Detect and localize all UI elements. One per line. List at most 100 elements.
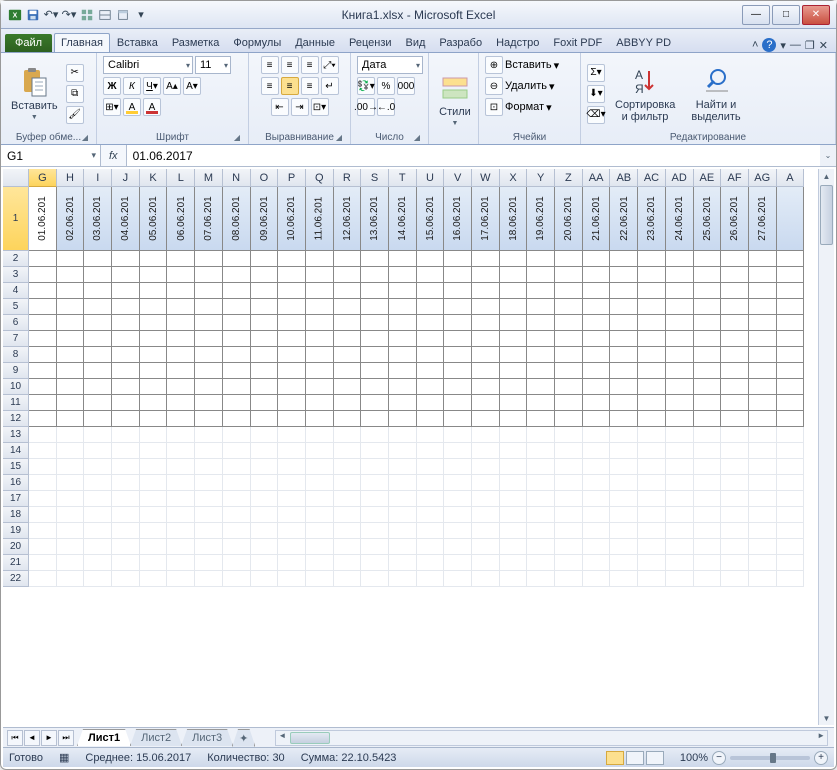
cell[interactable] bbox=[444, 571, 472, 587]
sheet-tab[interactable]: Лист3 bbox=[181, 729, 233, 746]
cell[interactable] bbox=[583, 427, 611, 443]
cell[interactable] bbox=[555, 363, 583, 379]
scroll-up-icon[interactable]: ▲ bbox=[819, 169, 834, 183]
cell[interactable] bbox=[112, 299, 140, 315]
cell[interactable] bbox=[84, 571, 112, 587]
cell[interactable] bbox=[749, 555, 777, 571]
undo-icon[interactable]: ↶▾ bbox=[43, 7, 59, 23]
cell[interactable] bbox=[57, 491, 85, 507]
cell[interactable] bbox=[610, 283, 638, 299]
cell[interactable] bbox=[721, 491, 749, 507]
cell[interactable]: 27.06.201 bbox=[749, 187, 777, 251]
cell[interactable] bbox=[389, 507, 417, 523]
close-button[interactable]: ✕ bbox=[802, 5, 830, 25]
cell[interactable] bbox=[167, 475, 195, 491]
cell[interactable] bbox=[610, 539, 638, 555]
cell[interactable] bbox=[749, 459, 777, 475]
cell[interactable] bbox=[777, 283, 805, 299]
cell[interactable] bbox=[195, 251, 223, 267]
cell[interactable] bbox=[251, 571, 279, 587]
cell[interactable] bbox=[638, 507, 666, 523]
cell[interactable] bbox=[666, 507, 694, 523]
cell[interactable]: 20.06.201 bbox=[555, 187, 583, 251]
cell[interactable] bbox=[195, 571, 223, 587]
cell[interactable] bbox=[223, 299, 251, 315]
currency-icon[interactable]: 💱▾ bbox=[357, 77, 375, 95]
cell[interactable] bbox=[84, 331, 112, 347]
cell[interactable] bbox=[57, 395, 85, 411]
zoom-in-button[interactable]: + bbox=[814, 751, 828, 765]
cell[interactable] bbox=[417, 491, 445, 507]
cell[interactable] bbox=[694, 491, 722, 507]
cell[interactable] bbox=[666, 347, 694, 363]
align-right-icon[interactable]: ≡ bbox=[301, 77, 319, 95]
cell[interactable] bbox=[334, 427, 362, 443]
cell[interactable] bbox=[223, 491, 251, 507]
cell[interactable] bbox=[84, 251, 112, 267]
ribbon-tab[interactable]: Главная bbox=[54, 33, 110, 52]
cell[interactable] bbox=[638, 459, 666, 475]
cell[interactable] bbox=[140, 315, 168, 331]
cell[interactable] bbox=[195, 475, 223, 491]
cell[interactable] bbox=[417, 251, 445, 267]
cell[interactable] bbox=[777, 427, 805, 443]
cell[interactable] bbox=[251, 331, 279, 347]
cell[interactable] bbox=[583, 251, 611, 267]
cell[interactable] bbox=[583, 283, 611, 299]
cell[interactable] bbox=[334, 267, 362, 283]
cell[interactable] bbox=[749, 331, 777, 347]
cell[interactable] bbox=[278, 459, 306, 475]
cell[interactable] bbox=[112, 555, 140, 571]
cell[interactable] bbox=[140, 347, 168, 363]
cell[interactable]: 09.06.201 bbox=[251, 187, 279, 251]
cell[interactable] bbox=[361, 443, 389, 459]
cell[interactable] bbox=[57, 507, 85, 523]
column-header[interactable]: A bbox=[777, 169, 805, 187]
cell[interactable] bbox=[361, 523, 389, 539]
cell[interactable] bbox=[666, 379, 694, 395]
cell[interactable] bbox=[112, 443, 140, 459]
cell[interactable] bbox=[306, 555, 334, 571]
cell[interactable] bbox=[472, 555, 500, 571]
cell[interactable] bbox=[500, 347, 528, 363]
cell[interactable] bbox=[140, 299, 168, 315]
cell[interactable] bbox=[278, 251, 306, 267]
cell[interactable] bbox=[500, 379, 528, 395]
formula-expand-icon[interactable]: ⌄ bbox=[820, 145, 836, 166]
fill-icon[interactable]: ⬇▾ bbox=[587, 85, 605, 103]
cell[interactable] bbox=[666, 443, 694, 459]
horizontal-scrollbar[interactable] bbox=[275, 730, 828, 746]
cell[interactable] bbox=[361, 299, 389, 315]
cell[interactable] bbox=[555, 507, 583, 523]
column-header[interactable]: H bbox=[57, 169, 85, 187]
cell[interactable]: 16.06.201 bbox=[444, 187, 472, 251]
doc-minimize-icon[interactable]: — bbox=[790, 39, 801, 51]
cell[interactable] bbox=[29, 443, 57, 459]
cell[interactable] bbox=[306, 427, 334, 443]
cell[interactable] bbox=[666, 331, 694, 347]
cell[interactable] bbox=[389, 363, 417, 379]
cell[interactable] bbox=[84, 427, 112, 443]
cell[interactable] bbox=[721, 363, 749, 379]
ribbon-tab[interactable]: Разрабо bbox=[432, 33, 489, 52]
cell[interactable] bbox=[140, 251, 168, 267]
cell[interactable] bbox=[721, 475, 749, 491]
cell[interactable] bbox=[500, 315, 528, 331]
cell[interactable]: 26.06.201 bbox=[721, 187, 749, 251]
row-header[interactable]: 16 bbox=[3, 475, 29, 491]
cell[interactable] bbox=[472, 427, 500, 443]
cell[interactable] bbox=[417, 443, 445, 459]
cell[interactable] bbox=[638, 315, 666, 331]
cell[interactable] bbox=[694, 267, 722, 283]
sheet-nav-prev-icon[interactable]: ◄ bbox=[24, 730, 40, 746]
cell[interactable] bbox=[777, 523, 805, 539]
cell[interactable] bbox=[555, 539, 583, 555]
cell[interactable] bbox=[500, 283, 528, 299]
comma-icon[interactable]: 000 bbox=[397, 77, 415, 95]
cell[interactable] bbox=[749, 283, 777, 299]
cell[interactable] bbox=[278, 315, 306, 331]
cell[interactable] bbox=[29, 507, 57, 523]
cell[interactable] bbox=[444, 411, 472, 427]
copy-icon[interactable]: ⧉ bbox=[66, 85, 84, 103]
cell[interactable] bbox=[694, 459, 722, 475]
